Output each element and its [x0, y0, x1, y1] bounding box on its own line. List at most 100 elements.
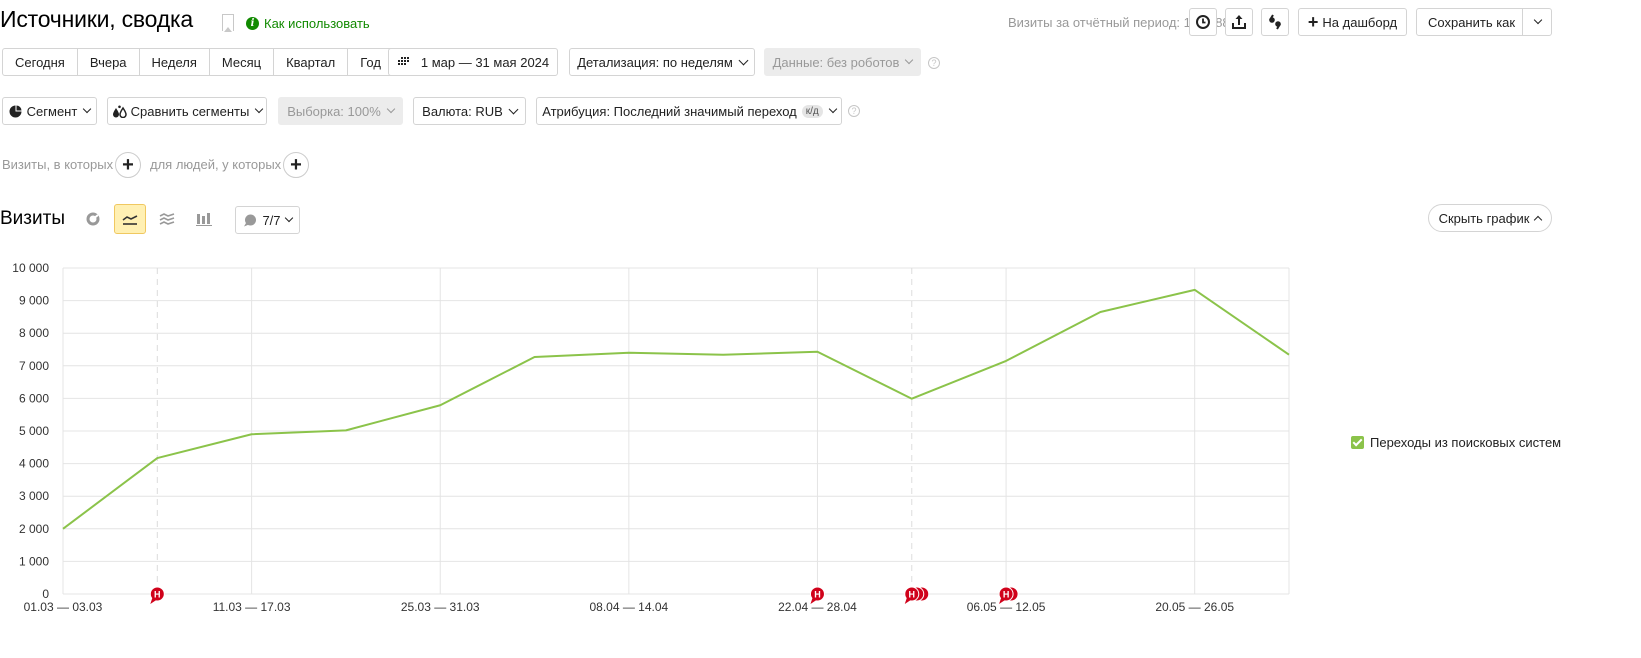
- x-tick-label: 22.04 — 28.04: [778, 600, 857, 614]
- y-tick-label: 8 000: [19, 326, 49, 340]
- series-line: [62, 288, 1290, 530]
- visits-line-chart: 0 1 000 2 000 3 000 4 000 5 000 6 000 7 000 8 00…: [12, 261, 1290, 614]
- chart-type-pie[interactable]: [77, 204, 109, 234]
- x-tick-label: 25.03 — 31.03: [401, 600, 480, 614]
- legend-checkbox[interactable]: [1351, 436, 1364, 449]
- chevron-down-icon: [255, 104, 264, 114]
- chevron-down-icon: [386, 104, 396, 114]
- plus-icon: +: [122, 154, 134, 176]
- annotation-label: Н: [909, 590, 916, 600]
- visits-filter-label: Визиты, в которых: [2, 157, 114, 172]
- data-filter-label: Данные: без роботов: [772, 54, 900, 70]
- area-chart-icon: [159, 213, 175, 225]
- save-as-label: Сохранить как: [1428, 14, 1516, 30]
- page-title: Источники, сводка: [0, 6, 193, 32]
- period-week[interactable]: Неделя: [140, 49, 210, 75]
- chart-type-line[interactable]: [114, 204, 146, 234]
- hide-chart-button[interactable]: Скрыть график: [1428, 204, 1552, 232]
- history-button[interactable]: [1189, 8, 1217, 36]
- currency-label: Валюта: RUB: [422, 103, 503, 119]
- add-visit-filter-button[interactable]: +: [115, 152, 141, 178]
- chevron-down-icon: [1533, 15, 1542, 25]
- compare-segments-dropdown[interactable]: Сравнить сегменты: [107, 97, 267, 125]
- drops-icon: [112, 105, 127, 118]
- chart-type-bar[interactable]: [188, 204, 220, 234]
- sample-label: Выборка: 100%: [287, 103, 381, 119]
- sample-dropdown[interactable]: Выборка: 100%: [278, 97, 403, 125]
- x-tick-label: 20.05 — 26.05: [1155, 600, 1234, 614]
- y-tick-label: 6 000: [19, 391, 49, 405]
- how-to-use-link[interactable]: i Как использовать: [246, 16, 370, 31]
- currency-dropdown[interactable]: Валюта: RUB: [413, 97, 526, 125]
- detail-dropdown[interactable]: Детализация: по неделям: [569, 48, 755, 76]
- period-month[interactable]: Месяц: [210, 49, 275, 75]
- info-icon: i: [246, 17, 259, 30]
- hide-chart-label: Скрыть график: [1438, 210, 1530, 226]
- segment-label: Сегмент: [26, 103, 78, 119]
- chevron-down-icon: [284, 213, 293, 223]
- chart-type-area[interactable]: [151, 204, 183, 234]
- attribution-dropdown[interactable]: Атрибуция: Последний значимый переход к/…: [536, 97, 842, 125]
- legend-label: Переходы из поисковых систем: [1370, 435, 1562, 450]
- clock-icon: [1196, 15, 1210, 29]
- y-tick-label: 3 000: [19, 489, 49, 503]
- period-quarter[interactable]: Квартал: [274, 49, 349, 75]
- plus-icon: +: [290, 154, 302, 176]
- y-tick-label: 5 000: [19, 424, 49, 438]
- chart-title: Визиты: [0, 208, 65, 229]
- attribution-label: Атрибуция: Последний значимый переход: [542, 103, 797, 119]
- y-tick-label: 4 000: [19, 457, 49, 471]
- annotation-label: Н: [814, 590, 821, 600]
- upload-icon: [1232, 15, 1246, 29]
- period-selector: Сегодня Вчера Неделя Месяц Квартал Год: [2, 48, 394, 76]
- attribution-badge: к/д: [801, 104, 823, 118]
- data-filter-dropdown[interactable]: Данные: без роботов: [764, 48, 921, 76]
- chevron-down-icon: [508, 104, 519, 114]
- pie-icon: [9, 105, 22, 117]
- plus-icon: +: [1307, 12, 1319, 32]
- compare-segments-label: Сравнить сегменты: [130, 103, 250, 119]
- x-tick-label: 08.04 — 14.04: [589, 600, 668, 614]
- period-today[interactable]: Сегодня: [3, 49, 78, 75]
- chevron-down-icon: [83, 104, 92, 114]
- help-icon[interactable]: ?: [848, 105, 860, 117]
- to-dashboard-label: На дашборд: [1322, 14, 1398, 30]
- annotation-label: Н: [1003, 590, 1010, 600]
- line-chart-icon: [122, 215, 138, 225]
- y-tick-label: 9 000: [19, 294, 49, 308]
- chevron-down-icon: [738, 55, 749, 65]
- comment-icon: [244, 214, 257, 226]
- bar-chart-icon: [196, 213, 212, 226]
- save-as-button[interactable]: Сохранить как: [1416, 8, 1552, 36]
- quote-icon: [1269, 14, 1281, 30]
- x-tick-label: 06.05 — 12.05: [967, 600, 1046, 614]
- period-yesterday[interactable]: Вчера: [78, 49, 140, 75]
- bookmark-icon[interactable]: [222, 14, 234, 32]
- calendar-icon: [397, 57, 409, 65]
- how-to-use-label: Как использовать: [264, 16, 370, 31]
- y-tick-label: 7 000: [19, 359, 49, 373]
- x-tick-label: 11.03 — 17.03: [213, 600, 291, 614]
- y-tick-label: 1 000: [19, 554, 49, 568]
- to-dashboard-button[interactable]: + На дашборд: [1298, 8, 1407, 36]
- segment-dropdown[interactable]: Сегмент: [2, 97, 97, 125]
- chart-legend: Переходы из поисковых систем: [1351, 435, 1561, 450]
- pie-chart-icon: [86, 212, 100, 226]
- help-icon[interactable]: ?: [928, 57, 940, 69]
- date-range-button[interactable]: 1 мар — 31 мая 2024: [388, 48, 558, 76]
- annotation-label: Н: [154, 590, 161, 600]
- x-tick-label: 01.03 — 03.03: [24, 600, 103, 614]
- y-tick-label: 10 000: [12, 261, 49, 275]
- share-button[interactable]: [1261, 8, 1289, 36]
- annotations-dropdown[interactable]: 7/7: [235, 206, 300, 234]
- save-as-dropdown[interactable]: [1522, 9, 1552, 35]
- detail-label: Детализация: по неделям: [577, 54, 733, 70]
- y-tick-label: 0: [42, 587, 49, 601]
- add-people-filter-button[interactable]: +: [283, 152, 309, 178]
- chevron-down-icon: [905, 55, 914, 65]
- period-year[interactable]: Год: [348, 49, 393, 75]
- date-range-label: 1 мар — 31 мая 2024: [420, 54, 550, 70]
- export-button[interactable]: [1225, 8, 1253, 36]
- y-tick-label: 2 000: [19, 522, 49, 536]
- people-filter-label: для людей, у которых: [150, 157, 282, 172]
